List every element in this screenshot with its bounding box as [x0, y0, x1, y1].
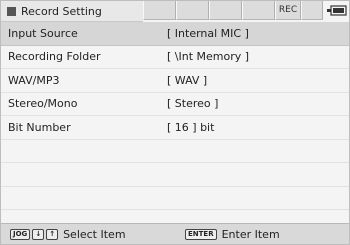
setting-row-input-source[interactable]: Input Source [ Internal MIC ] — [1, 22, 349, 46]
setting-label: Bit Number — [8, 120, 71, 134]
enter-key-icon: ENTER — [185, 229, 217, 240]
record-setting-screen: Record Setting REC Input Source [ Intern… — [0, 0, 350, 245]
status-slot-1 — [143, 1, 176, 20]
settings-list: Input Source [ Internal MIC ] Recording … — [1, 22, 349, 210]
battery-icon — [327, 5, 347, 16]
setting-value: [ Stereo ] — [167, 97, 219, 111]
down-arrow-key-icon: ↓ — [32, 229, 45, 240]
enter-hint: ENTER Enter Item — [185, 228, 280, 241]
rec-indicator: REC — [275, 1, 301, 20]
status-slot-6 — [301, 1, 323, 20]
setting-value: [ WAV ] — [167, 73, 208, 87]
setting-row-wav-mp3[interactable]: WAV/MP3 [ WAV ] — [1, 69, 349, 93]
status-slot-2 — [176, 1, 209, 20]
screen-title-text: Record Setting — [21, 4, 102, 18]
screen-title: Record Setting — [1, 1, 143, 22]
setting-row-recording-folder[interactable]: Recording Folder [ \Int Memory ] — [1, 46, 349, 69]
record-setting-icon — [7, 6, 16, 16]
jog-key-icon: JOG — [10, 229, 31, 240]
empty-row — [1, 187, 349, 210]
setting-value: [ \Int Memory ] — [167, 50, 250, 64]
title-bar: Record Setting REC — [1, 1, 349, 22]
status-slot-4 — [242, 1, 275, 20]
setting-label: Recording Folder — [8, 50, 101, 64]
setting-label: Input Source — [8, 26, 78, 40]
up-arrow-key-icon: ↑ — [46, 229, 59, 240]
setting-label: Stereo/Mono — [8, 97, 78, 111]
empty-row — [1, 163, 349, 187]
setting-label: WAV/MP3 — [8, 73, 60, 87]
enter-hint-text: Enter Item — [221, 228, 280, 241]
select-hint-text: Select Item — [63, 228, 126, 241]
help-bar: JOG ↓ ↑ Select Item ENTER Enter Item — [1, 223, 349, 244]
empty-row — [1, 140, 349, 163]
setting-value: [ 16 ] bit — [167, 120, 215, 134]
setting-row-bit-number[interactable]: Bit Number [ 16 ] bit — [1, 116, 349, 140]
status-slot-3 — [209, 1, 242, 20]
select-hint: JOG ↓ ↑ Select Item — [10, 228, 126, 241]
setting-value: [ Internal MIC ] — [167, 26, 249, 40]
setting-row-stereo-mono[interactable]: Stereo/Mono [ Stereo ] — [1, 93, 349, 116]
